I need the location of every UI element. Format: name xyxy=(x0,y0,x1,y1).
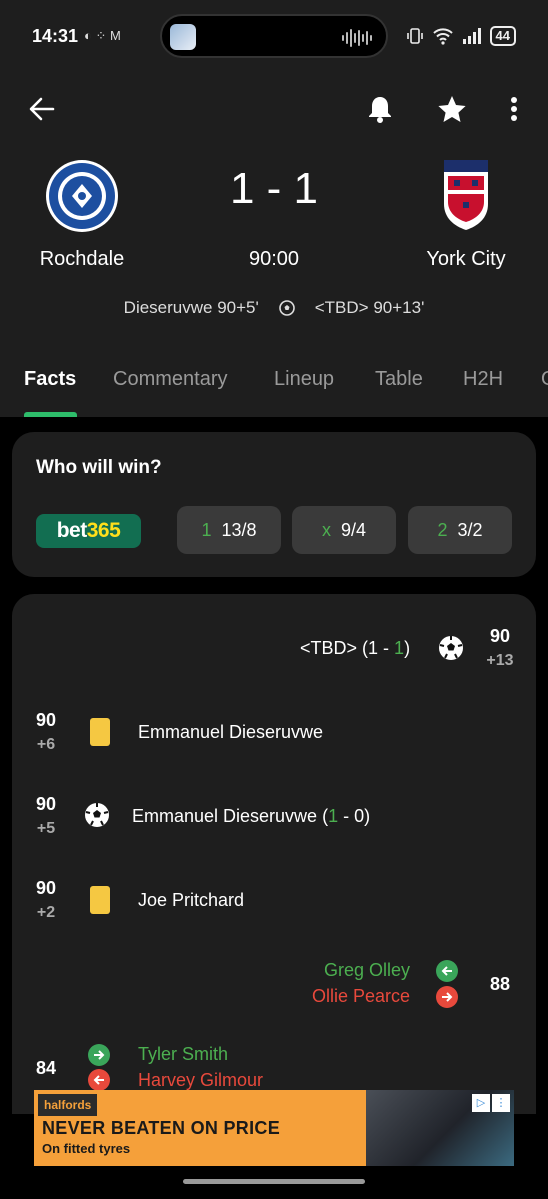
home-scorer: Dieseruvwe 90+5' xyxy=(123,298,259,317)
notification-icons: ◐ ⁘ M xyxy=(84,28,121,43)
sub-player-out[interactable]: Harvey Gilmour xyxy=(138,1070,263,1091)
active-tab-indicator xyxy=(24,412,77,417)
sub-player-in[interactable]: Tyler Smith xyxy=(138,1044,228,1065)
more-vertical-icon xyxy=(511,97,517,121)
tab-lineup[interactable]: Lineup xyxy=(274,368,334,391)
odds-away-button[interactable]: 2 3/2 xyxy=(408,506,512,554)
star-icon xyxy=(438,96,466,122)
substitution-out-icon xyxy=(88,1069,110,1091)
event-minute: 90 xyxy=(35,878,57,898)
event-added-time: +5 xyxy=(36,820,56,837)
odds-key: 1 xyxy=(201,519,212,540)
more-options-button[interactable] xyxy=(494,89,534,129)
ad-info-icon[interactable]: ▷ xyxy=(472,1094,490,1112)
odds-key: x xyxy=(321,519,331,540)
goal-scorers: Dieseruvwe 90+5' <TBD> 90+13' xyxy=(0,298,548,318)
vibrate-icon xyxy=(406,28,423,44)
sub-player-in[interactable]: Greg Olley xyxy=(324,960,410,981)
audio-wave-icon xyxy=(342,28,372,48)
substitution-in-icon xyxy=(88,1044,110,1066)
rochdale-crest-icon[interactable] xyxy=(44,158,120,234)
ad-more-icon[interactable]: ⋮ xyxy=(492,1094,510,1112)
event-yellow-card[interactable]: Joe Pritchard xyxy=(138,890,244,911)
event-minute: 90 xyxy=(489,626,511,646)
match-clock: 90:00 xyxy=(248,248,300,270)
event-minute: 84 xyxy=(35,1058,57,1078)
tab-table[interactable]: Table xyxy=(375,368,423,391)
football-icon xyxy=(278,300,295,316)
tab-overflow[interactable]: O xyxy=(541,368,548,391)
odds-value: 9/4 xyxy=(340,519,367,540)
system-nav-bar xyxy=(0,1166,548,1199)
signal-icon xyxy=(462,28,481,44)
notifications-button[interactable] xyxy=(360,89,400,129)
odds-draw-button[interactable]: x 9/4 xyxy=(292,506,396,554)
back-button[interactable] xyxy=(22,89,62,129)
football-icon xyxy=(439,636,463,660)
event-minute: 90 xyxy=(35,710,57,730)
odds-key: 2 xyxy=(437,519,448,540)
arrow-left-icon xyxy=(29,97,55,121)
ad-headline: NEVER BEATEN ON PRICE xyxy=(42,1118,280,1138)
tab-bar: Facts Commentary Lineup Table H2H O xyxy=(0,362,548,417)
event-added-time: +6 xyxy=(36,736,56,753)
substitution-out-icon xyxy=(436,986,458,1008)
favorite-button[interactable] xyxy=(432,89,472,129)
ad-banner[interactable]: halfords NEVER BEATEN ON PRICE On fitted… xyxy=(34,1090,514,1166)
tab-facts[interactable]: Facts xyxy=(24,368,76,391)
odds-home-button[interactable]: 1 13/8 xyxy=(177,506,281,554)
media-thumbnail xyxy=(170,24,196,50)
ad-choices[interactable]: ▷ ⋮ xyxy=(472,1094,510,1112)
event-minute: 90 xyxy=(35,794,57,814)
yellow-card-icon xyxy=(90,718,110,746)
home-gesture-handle[interactable] xyxy=(183,1179,365,1184)
who-will-win-card: Who will win? bet 365 1 13/8 x 9/4 2 3/2 xyxy=(12,432,536,577)
event-goal-away[interactable]: <TBD> (1 - 1) xyxy=(300,638,410,659)
yellow-card-icon xyxy=(90,886,110,914)
event-added-time: +2 xyxy=(36,904,56,921)
event-minute: 88 xyxy=(489,974,511,994)
bell-icon xyxy=(369,97,391,123)
event-yellow-card[interactable]: Emmanuel Dieseruvwe xyxy=(138,722,323,743)
who-will-win-title: Who will win? xyxy=(36,457,162,478)
york-city-crest-icon[interactable] xyxy=(428,158,504,234)
match-score: 1 - 1 xyxy=(229,164,319,213)
substitution-in-icon xyxy=(436,960,458,982)
tab-commentary[interactable]: Commentary xyxy=(113,368,227,391)
ad-brand-logo: halfords xyxy=(38,1094,98,1116)
away-scorer: <TBD> 90+13' xyxy=(314,298,425,317)
battery-icon: 44 xyxy=(489,26,516,46)
football-icon xyxy=(85,803,109,827)
match-header: Rochdale 1 - 1 90:00 York City Dieseruvw… xyxy=(0,72,548,417)
event-goal-home[interactable]: Emmanuel Dieseruvwe (1 - 0) xyxy=(132,806,370,827)
event-added-time: +13 xyxy=(486,652,514,669)
bet365-logo[interactable]: bet 365 xyxy=(36,514,141,548)
match-events-card: <TBD> (1 - 1) 90 +13 90 +6 Emmanuel Dies… xyxy=(12,594,536,1114)
system-icons: 44 xyxy=(406,26,516,46)
tab-h2h[interactable]: H2H xyxy=(463,368,503,391)
status-bar: 14:31 ◐ ⁘ M 44 xyxy=(0,0,548,72)
status-time: 14:31 xyxy=(32,26,79,46)
odds-value: 13/8 xyxy=(221,519,257,540)
dynamic-island[interactable] xyxy=(160,14,388,58)
away-team-name[interactable]: York City xyxy=(386,248,546,271)
wifi-icon xyxy=(432,28,453,45)
sub-player-out[interactable]: Ollie Pearce xyxy=(312,986,410,1007)
home-team-name[interactable]: Rochdale xyxy=(2,248,162,271)
ad-subline: On fitted tyres xyxy=(42,1141,131,1156)
odds-value: 3/2 xyxy=(457,519,483,540)
